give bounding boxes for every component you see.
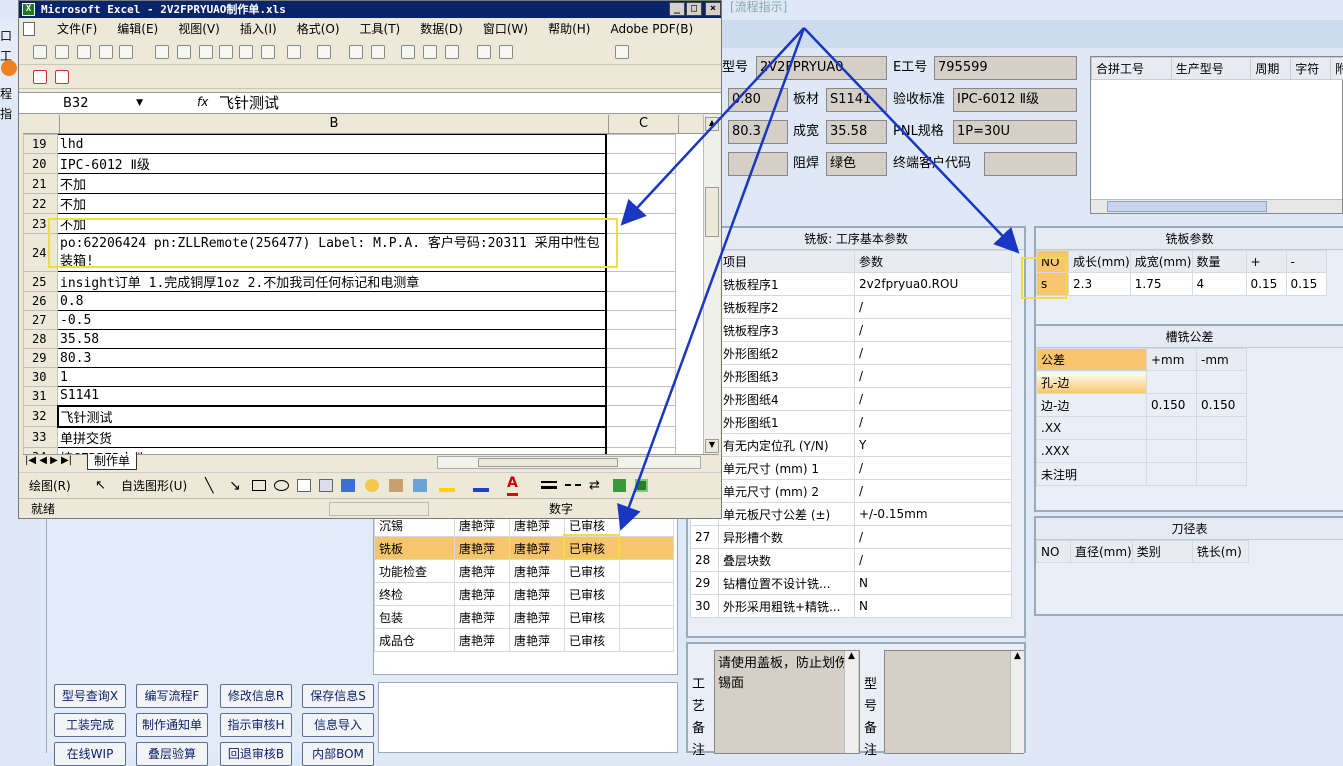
annotation-arrows	[617, 27, 1020, 531]
